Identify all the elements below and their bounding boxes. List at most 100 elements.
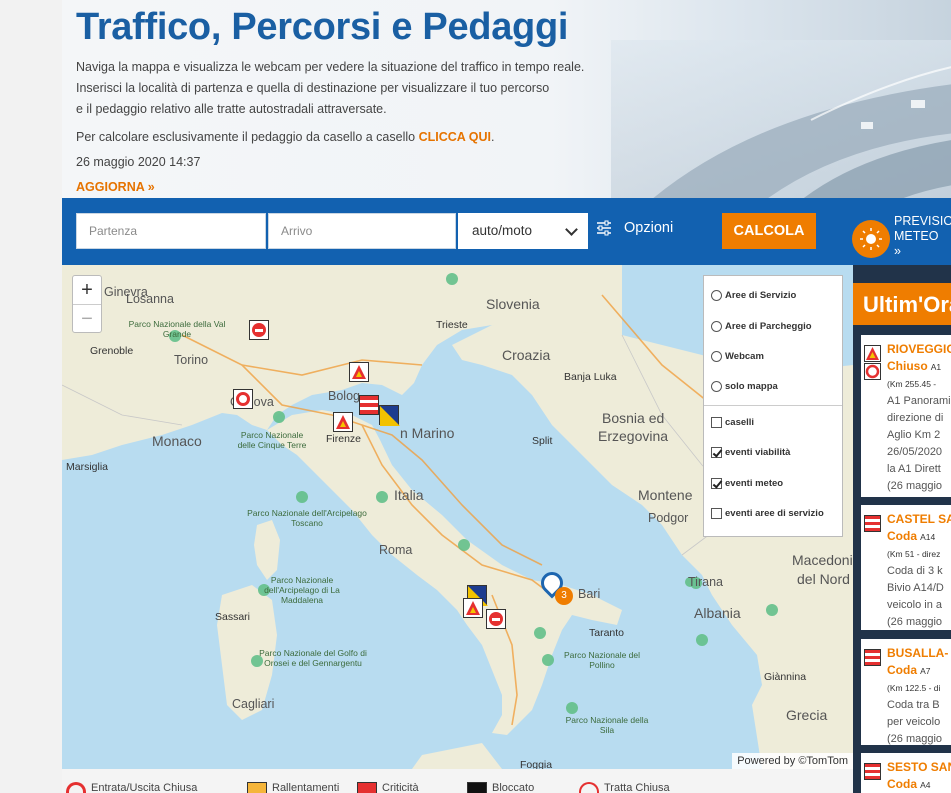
options-label: Opzioni [624,220,674,236]
map-label: Sassari [215,611,251,623]
news-text: Aglio Km 2 [887,429,941,441]
checkbox[interactable] [711,478,722,489]
news-km: (Km 255.45 - [887,379,937,389]
sliders-icon [597,220,611,236]
map-label: Montene [638,487,693,503]
legend-item: Criticità [357,782,419,793]
event-marker[interactable] [359,395,379,415]
no-entry-icon [66,782,86,793]
legend-item: Bloccato [467,782,534,793]
radio[interactable] [711,290,722,301]
queue-icon [864,515,881,532]
vehicle-select[interactable]: auto/moto [458,213,588,249]
map-label: Banja Luka [564,371,617,383]
map-label: del Nord [797,571,850,587]
sun-icon [852,220,890,258]
map-label: n Marino [400,425,455,441]
map-label: Albania [694,605,741,621]
filter-weather-events[interactable]: eventi meteo [711,478,783,489]
checkbox[interactable] [711,508,722,519]
event-marker[interactable] [349,362,369,382]
map-label: Bolog [328,389,360,403]
news-km: (Km 122.5 - di [887,683,941,693]
event-marker[interactable] [333,412,353,432]
calculate-button[interactable]: CALCOLA [722,213,816,249]
filter-toll-booths[interactable]: caselli [711,417,754,428]
chevron-down-icon [565,223,578,236]
page-title: Traffico, Percorsi e Pedaggi [76,6,569,48]
radio[interactable] [711,321,722,332]
news-title: SESTO SAN [887,760,951,774]
map-label: Bosnia ed [602,410,665,426]
news-text: (26 maggio [887,480,943,492]
zoom-control: + − [72,275,102,333]
filter-webcam[interactable]: Webcam [711,351,764,362]
news-title: RIOVEGGIO [887,342,951,356]
filter-service-area-events[interactable]: eventi aree di servizio [711,508,824,519]
event-marker[interactable] [486,609,506,629]
park-label: Parco Nazionale dell'Arcipelago Toscano [247,508,367,528]
vehicle-select-value: auto/moto [472,223,533,238]
toll-dot: . [491,130,495,144]
zoom-out-button[interactable]: − [73,304,101,332]
hero-banner: Traffico, Percorsi e Pedaggi Naviga la m… [62,0,951,198]
meteo-line: » [894,244,901,258]
departure-input[interactable]: Partenza [76,213,266,249]
news-road: A7 [920,666,931,676]
map-label: Bari [578,587,601,601]
weather-forecast-label: PREVISIONI METEO » [894,214,951,259]
checkbox[interactable] [711,417,722,428]
map-label: Italia [394,487,424,503]
filter-traffic-events[interactable]: eventi viabilità [711,447,790,458]
radio[interactable] [711,351,722,362]
traffic-map[interactable]: Losanna Ginevra Grenoble Torino Genova M… [62,265,853,769]
route-search-bar: Partenza Arrivo auto/moto Opzioni CALCOL… [62,198,951,265]
page: Traffico, Percorsi e Pedaggi Naviga la m… [0,0,951,793]
news-item[interactable]: BUSALLA- Coda A7 (Km 122.5 - di Coda tra… [861,639,951,745]
filter-label: eventi aree di servizio [725,508,824,519]
closed-road-icon [864,363,881,380]
filter-service-areas[interactable]: Aree di Servizio [711,290,796,301]
news-text: direzione di [887,412,944,424]
filter-label: eventi viabilità [725,447,791,458]
legend-item: Rallentamenti [247,782,339,793]
toll-info: Per calcolare esclusivamente il pedaggio… [76,130,495,144]
filter-map-only[interactable]: solo mappa [711,381,778,392]
news-title: BUSALLA- [887,646,949,660]
news-text: la A1 Dirett [887,463,941,475]
map-label: Torino [174,353,209,367]
news-item[interactable]: CASTEL SAN Coda A14 (Km 51 - direz Coda … [861,505,951,630]
park-label: Parco Nazionale della Sila [565,715,649,735]
toll-text: Per calcolare esclusivamente il pedaggio… [76,130,416,144]
news-item[interactable]: RIOVEGGIO Chiuso A1 (Km 255.45 - A1 Pano… [861,335,951,497]
map-label: Taranto [589,627,625,639]
map-label: Foggia [520,759,553,769]
options-button[interactable]: Opzioni [596,220,673,236]
arrival-input[interactable]: Arrivo [268,213,456,249]
event-cluster[interactable]: 3 [555,587,573,605]
news-item[interactable]: SESTO SAN Coda A4 [861,753,951,793]
critical-icon [357,782,377,793]
filter-label: eventi meteo [725,478,784,489]
event-marker[interactable] [379,405,400,426]
blocked-icon [467,782,487,793]
filter-parking-areas[interactable]: Aree di Parcheggio [711,321,812,332]
queue-icon [864,649,881,666]
legend-label: Tratta Chiusa [604,782,670,793]
filter-label: Aree di Servizio [725,290,797,301]
checkbox[interactable] [711,447,722,458]
map-label: Cagliari [232,697,275,711]
radio[interactable] [711,381,722,392]
map-legend: Entrata/Uscita Chiusa Rallentamenti Crit… [62,769,853,793]
legend-label: Rallentamenti [272,782,340,793]
park-label: Parco Nazionale delle Cinque Terre [237,430,307,450]
news-text: (26 maggio [887,616,943,628]
refresh-link[interactable]: AGGIORNA » [76,180,155,194]
map-label: Slovenia [486,296,540,312]
event-marker[interactable] [463,598,483,618]
zoom-in-button[interactable]: + [73,276,101,304]
toll-link[interactable]: CLICCA QUI [419,130,491,144]
event-marker[interactable] [233,389,253,409]
event-marker[interactable] [249,320,269,340]
news-text: Coda tra B [887,699,940,711]
